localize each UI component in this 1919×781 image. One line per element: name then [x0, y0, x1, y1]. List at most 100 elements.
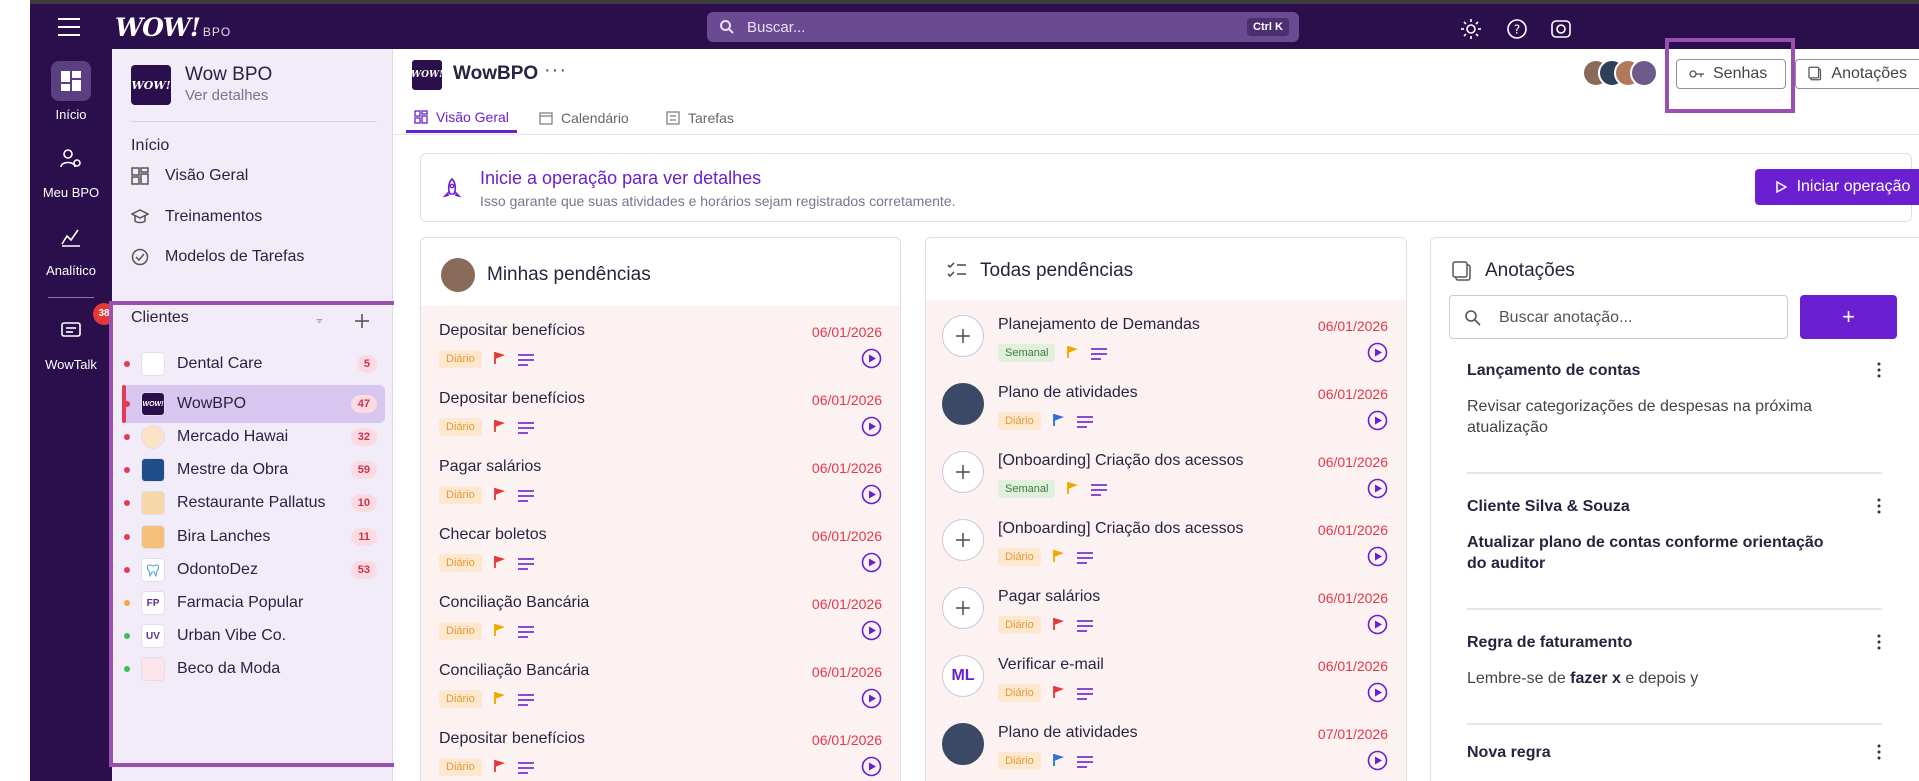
task-row[interactable]: Plano de atividades 07/01/2026 Diário: [926, 708, 1406, 776]
nav-item-visao-geral[interactable]: Visão Geral: [131, 161, 381, 191]
play-task-icon[interactable]: [861, 756, 882, 777]
tab-tarefas[interactable]: Tarefas: [666, 103, 734, 133]
task-due-date: 06/01/2026: [1317, 658, 1388, 674]
play-task-icon[interactable]: [1367, 342, 1388, 363]
play-task-icon[interactable]: [861, 620, 882, 641]
play-task-icon[interactable]: [861, 484, 882, 505]
task-due-date: 06/01/2026: [1317, 386, 1388, 402]
frequency-badge: Diário: [439, 486, 482, 504]
play-task-icon[interactable]: [1367, 478, 1388, 499]
rail-item-inicio[interactable]: Início: [30, 61, 112, 122]
add-note-button[interactable]: +: [1800, 295, 1897, 339]
senhas-button[interactable]: Senhas: [1676, 59, 1786, 89]
anotacoes-button[interactable]: Anotações: [1795, 59, 1919, 89]
workspace-logo: WOW!: [411, 60, 443, 90]
task-row[interactable]: Pagar salários 06/01/2026 Diário: [926, 572, 1406, 640]
tab-label: Tarefas: [688, 110, 734, 126]
notes-panel: Anotações Buscar anotação... + Lançament…: [1430, 237, 1919, 781]
description-icon: [1091, 484, 1107, 496]
rail-item-analitico[interactable]: Analítico: [30, 217, 112, 278]
task-row[interactable]: ML Verificar e-mail 06/01/2026 Diário: [926, 640, 1406, 708]
start-operation-button[interactable]: Iniciar operação: [1755, 169, 1919, 205]
note-item[interactable]: Regra de faturamento Lembre-se de fazer …: [1467, 634, 1882, 689]
menu-icon[interactable]: [58, 18, 80, 36]
rail-item-meu-bpo[interactable]: Meu BPO: [30, 139, 112, 200]
org-logo[interactable]: WOW!: [131, 65, 171, 105]
priority-flag-icon: [494, 624, 505, 636]
priority-flag-icon: [1067, 482, 1078, 494]
note-item[interactable]: Lançamento de contas Revisar categorizaç…: [1467, 362, 1882, 438]
task-name: Plano de atividades: [998, 384, 1138, 401]
divider: [131, 121, 377, 122]
assign-user-icon[interactable]: [942, 451, 984, 493]
nav-label: Visão Geral: [165, 167, 249, 184]
task-due-date: 06/01/2026: [1317, 522, 1388, 538]
kebab-menu-icon[interactable]: [1876, 498, 1882, 514]
task-due-date: 06/01/2026: [811, 596, 882, 612]
kebab-menu-icon[interactable]: [1876, 634, 1882, 650]
global-search[interactable]: Buscar... Ctrl K: [707, 12, 1299, 42]
task-due-date: 07/01/2026: [1317, 726, 1388, 742]
org-details-link[interactable]: Ver detalhes: [185, 87, 268, 104]
search-icon: [720, 20, 734, 34]
note-item[interactable]: Nova regra: [1467, 744, 1882, 762]
play-task-icon[interactable]: [861, 416, 882, 437]
play-task-icon[interactable]: [861, 348, 882, 369]
note-title: Cliente Silva & Souza: [1467, 498, 1630, 515]
task-row[interactable]: Conciliação Bancária 06/01/2026 Diário: [421, 578, 900, 646]
kebab-menu-icon[interactable]: [1876, 362, 1882, 378]
play-task-icon[interactable]: [861, 688, 882, 709]
frequency-badge: Diário: [439, 690, 482, 708]
nav-item-modelos-tarefas[interactable]: Modelos de Tarefas: [131, 242, 381, 272]
member-avatars[interactable]: [1582, 59, 1658, 87]
rail-item-wowtalk[interactable]: 38 WowTalk: [30, 303, 115, 372]
frequency-badge: Diário: [998, 412, 1041, 430]
assign-user-icon[interactable]: [942, 315, 984, 357]
avatar-more: [1630, 59, 1658, 87]
rail-divider: [48, 297, 94, 298]
task-row[interactable]: Conciliação Bancária 06/01/2026 Diário: [421, 646, 900, 714]
note-item[interactable]: Cliente Silva & Souza Atualizar plano de…: [1467, 498, 1882, 574]
org-name[interactable]: Wow BPO: [185, 64, 272, 86]
task-row[interactable]: Pagar salários 06/01/2026 Diário: [421, 442, 900, 510]
priority-flag-icon: [494, 692, 505, 704]
more-options-icon[interactable]: ···: [544, 59, 567, 82]
frequency-badge: Diário: [998, 616, 1041, 634]
task-row[interactable]: Planejamento de Demandas 06/01/2026 Semana…: [926, 300, 1406, 368]
note-body: Atualizar plano de contas conforme orien…: [1467, 534, 1824, 572]
kebab-menu-icon[interactable]: [1876, 744, 1882, 760]
camera-icon[interactable]: [1550, 18, 1572, 40]
task-row[interactable]: Checar boletos 06/01/2026 Diário: [421, 510, 900, 578]
sun-icon[interactable]: [1460, 18, 1482, 40]
priority-flag-icon: [494, 556, 505, 568]
notes-search-input[interactable]: Buscar anotação...: [1449, 295, 1788, 339]
help-icon[interactable]: ?: [1506, 18, 1528, 40]
assign-user-icon[interactable]: [942, 519, 984, 561]
search-shortcut: Ctrl K: [1247, 18, 1289, 36]
clients-highlight-box: [109, 301, 398, 767]
task-row[interactable]: [Onboarding] Criação dos acessos 06/01/20…: [926, 436, 1406, 504]
task-row[interactable]: Depositar benefícios 06/01/2026 Diário: [421, 374, 900, 442]
rail-label: WowTalk: [45, 357, 97, 372]
task-row[interactable]: Depositar benefícios 06/01/2026 Diário: [421, 306, 900, 374]
play-task-icon[interactable]: [1367, 546, 1388, 567]
task-due-date: 06/01/2026: [811, 528, 882, 544]
tab-visao-geral[interactable]: Visão Geral: [406, 103, 517, 133]
play-task-icon[interactable]: [1367, 682, 1388, 703]
play-task-icon[interactable]: [1367, 614, 1388, 635]
task-row[interactable]: Depositar benefícios 06/01/2026 Diário: [421, 714, 900, 781]
tab-calendario[interactable]: Calendário: [539, 103, 629, 133]
play-task-icon[interactable]: [1367, 410, 1388, 431]
nav-item-treinamentos[interactable]: Treinamentos: [131, 202, 381, 232]
play-task-icon[interactable]: [1367, 750, 1388, 771]
assign-user-icon[interactable]: [942, 587, 984, 629]
app-rail: Início Meu BPO Analítico 38 WowTalk: [30, 49, 115, 781]
task-row[interactable]: Plano de atividades 06/01/2026 Diário: [926, 368, 1406, 436]
my-task-list: Depositar benefícios 06/01/2026 Diário Depo…: [421, 306, 900, 781]
dashboard-icon: [414, 109, 428, 124]
divider: [1467, 723, 1882, 725]
frequency-badge: Semanal: [998, 344, 1056, 362]
task-row[interactable]: [Onboarding] Criação dos acessos 06/01/20…: [926, 504, 1406, 572]
play-task-icon[interactable]: [861, 552, 882, 573]
app-logo[interactable]: WOW! BPO: [115, 13, 231, 42]
